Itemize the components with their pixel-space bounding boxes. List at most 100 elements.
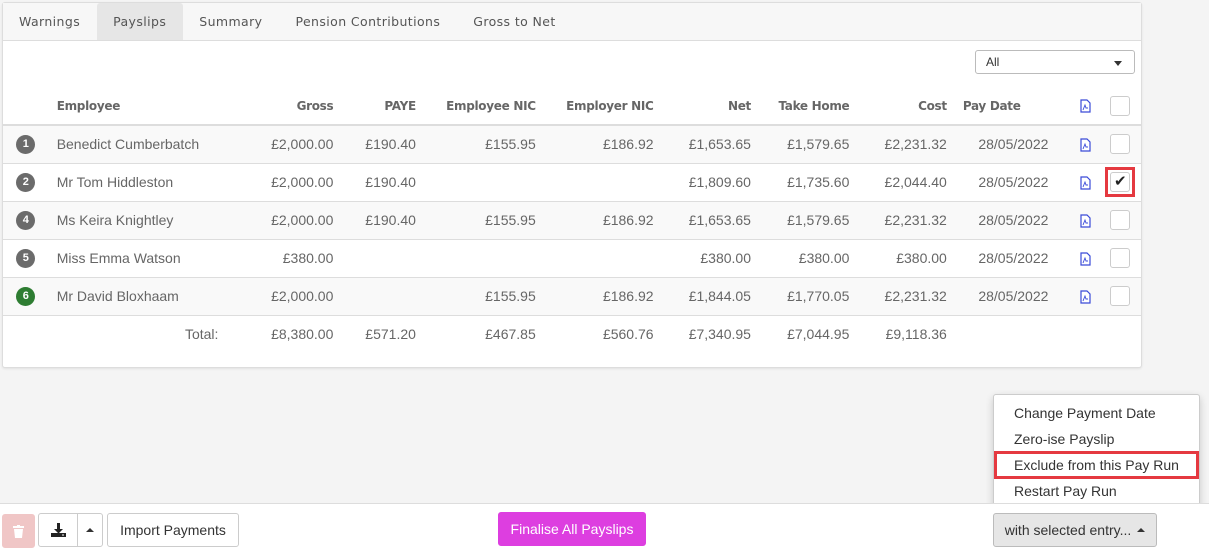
cell-employer-nic (543, 239, 662, 278)
row-select-checkbox[interactable] (1109, 286, 1130, 306)
total-gross: £8,380.00 (271, 326, 334, 343)
select-all-checkbox[interactable] (1109, 95, 1130, 116)
pdf-icon (1080, 214, 1091, 228)
row-select-checkbox[interactable] (1109, 172, 1130, 192)
cell-gross: £2,000.00 (226, 277, 342, 316)
cell-paye (341, 277, 424, 316)
employee-name[interactable]: Mr Tom Hiddleston (48, 163, 227, 202)
header-employee[interactable]: Employee (48, 87, 227, 126)
finalise-all-payslips-button[interactable]: Finalise All Payslips (498, 512, 646, 546)
pdf-icon (1080, 252, 1091, 266)
cell-pay-date: 28/05/2022 (954, 277, 1072, 316)
chevron-down-icon (1114, 61, 1122, 66)
header-employee-nic[interactable]: Employee NIC (423, 87, 544, 126)
header-net[interactable]: Net (661, 87, 759, 126)
total-row: Total: £8,380.00 £571.20 £467.85 £560.76 £7,3… (3, 315, 1141, 353)
delete-button[interactable] (2, 514, 35, 548)
header-paye[interactable]: PAYE (341, 87, 424, 126)
cell-take-home: £1,579.65 (758, 201, 858, 240)
cell-take-home: £380.00 (758, 239, 858, 278)
total-employee-nic: £467.85 (485, 326, 536, 343)
caret-up-icon (86, 528, 94, 532)
cell-paye (341, 239, 424, 278)
download-icon (50, 523, 66, 537)
row-number-badge: 4 (16, 211, 36, 230)
with-selected-entry-label: with selected entry... (1004, 522, 1132, 538)
header-employer-nic[interactable]: Employer NIC (543, 87, 662, 126)
pdf-button[interactable] (1071, 125, 1099, 164)
table-row: 2 Mr Tom Hiddleston £2,000.00 £190.40 £1,809… (3, 163, 1141, 202)
header-pay-date[interactable]: Pay Date (954, 87, 1072, 126)
row-number-badge: 5 (16, 249, 36, 268)
employee-name[interactable]: Mr David Bloxhaam (48, 277, 227, 316)
pdf-button[interactable] (1071, 163, 1099, 202)
total-employer-nic: £560.76 (602, 326, 654, 343)
header-take-home[interactable]: Take Home (758, 87, 858, 126)
employee-name[interactable]: Miss Emma Watson (48, 239, 227, 278)
tab-gross-to-net[interactable]: Gross to Net (457, 3, 572, 40)
tab-warnings[interactable]: Warnings (3, 3, 97, 40)
employee-name[interactable]: Ms Keira Knightley (48, 201, 227, 240)
row-select-checkbox[interactable] (1109, 134, 1130, 155)
menu-item-exclude-from-pay-run[interactable]: Exclude from this Pay Run (994, 451, 1199, 479)
cell-take-home: £1,579.65 (758, 125, 858, 164)
cell-cost: £2,231.32 (857, 125, 955, 164)
total-cost: £9,118.36 (885, 326, 947, 343)
with-selected-entry-button[interactable]: with selected entry... (993, 513, 1157, 547)
pdf-icon (1080, 138, 1091, 152)
cell-pay-date: 28/05/2022 (954, 125, 1072, 164)
tab-pension-contributions[interactable]: Pension Contributions (279, 3, 457, 40)
table-row: 1 Benedict Cumberbatch £2,000.00 £190.40 £15… (3, 125, 1141, 164)
download-button[interactable] (38, 513, 78, 547)
cell-pay-date: 28/05/2022 (954, 239, 1072, 278)
row-number-badge: 2 (16, 173, 36, 192)
tab-bar: Warnings Payslips Summary Pension Contri… (3, 3, 1141, 41)
table-header-row: Employee Gross PAYE Employee NIC Employe… (3, 87, 1141, 126)
filter-selected-value: All (986, 55, 1000, 69)
caret-up-icon (1137, 528, 1146, 532)
cell-cost: £2,044.40 (857, 163, 955, 202)
cell-net: £380.00 (661, 239, 759, 278)
cell-cost: £380.00 (857, 239, 955, 278)
cell-pay-date: 28/05/2022 (954, 201, 1072, 240)
cell-cost: £2,231.32 (857, 201, 955, 240)
cell-employee-nic: £155.95 (423, 125, 544, 164)
table-row: 4 Ms Keira Knightley £2,000.00 £190.40 £155.… (3, 201, 1141, 240)
cell-cost: £2,231.32 (857, 277, 955, 316)
cell-employee-nic: £155.95 (423, 201, 544, 240)
pdf-icon (1080, 176, 1091, 190)
row-select-checkbox[interactable] (1109, 210, 1130, 230)
download-options-dropdown[interactable] (77, 513, 103, 547)
cell-net: £1,844.05 (661, 277, 759, 316)
pdf-icon (1080, 290, 1091, 304)
tab-payslips[interactable]: Payslips (97, 3, 184, 40)
employee-name[interactable]: Benedict Cumberbatch (48, 125, 227, 164)
cell-gross: £2,000.00 (226, 125, 342, 164)
cell-take-home: £1,770.05 (758, 277, 858, 316)
selected-entry-menu: Change Payment Date Zero-ise Payslip Exc… (993, 394, 1200, 509)
pdf-button[interactable] (1071, 201, 1099, 240)
pdf-all-button[interactable] (1071, 87, 1099, 126)
table-row: 6 Mr David Bloxhaam £2,000.00 £155.95 £186.9… (3, 277, 1141, 316)
row-select-checkbox[interactable] (1109, 248, 1130, 268)
cell-employee-nic (423, 239, 544, 278)
pdf-button[interactable] (1071, 277, 1099, 316)
cell-employer-nic: £186.92 (543, 277, 662, 316)
cell-gross: £2,000.00 (226, 201, 342, 240)
cell-employee-nic: £155.95 (423, 277, 544, 316)
cell-pay-date: 28/05/2022 (954, 163, 1072, 202)
header-cost[interactable]: Cost (857, 87, 955, 126)
cell-paye: £190.40 (341, 163, 424, 202)
total-net: £7,340.95 (688, 326, 751, 343)
row-number-badge: 6 (16, 287, 36, 306)
menu-item-restart-pay-run[interactable]: Restart Pay Run (994, 478, 1199, 504)
cell-take-home: £1,735.60 (758, 163, 858, 202)
cell-paye: £190.40 (341, 125, 424, 164)
tab-summary[interactable]: Summary (183, 3, 279, 40)
header-gross[interactable]: Gross (226, 87, 342, 126)
menu-item-zero-ise-payslip[interactable]: Zero-ise Payslip (994, 426, 1199, 452)
import-payments-button[interactable]: Import Payments (107, 513, 239, 547)
filter-select[interactable]: All (975, 50, 1135, 74)
menu-item-change-payment-date[interactable]: Change Payment Date (994, 400, 1199, 426)
pdf-button[interactable] (1071, 239, 1099, 278)
